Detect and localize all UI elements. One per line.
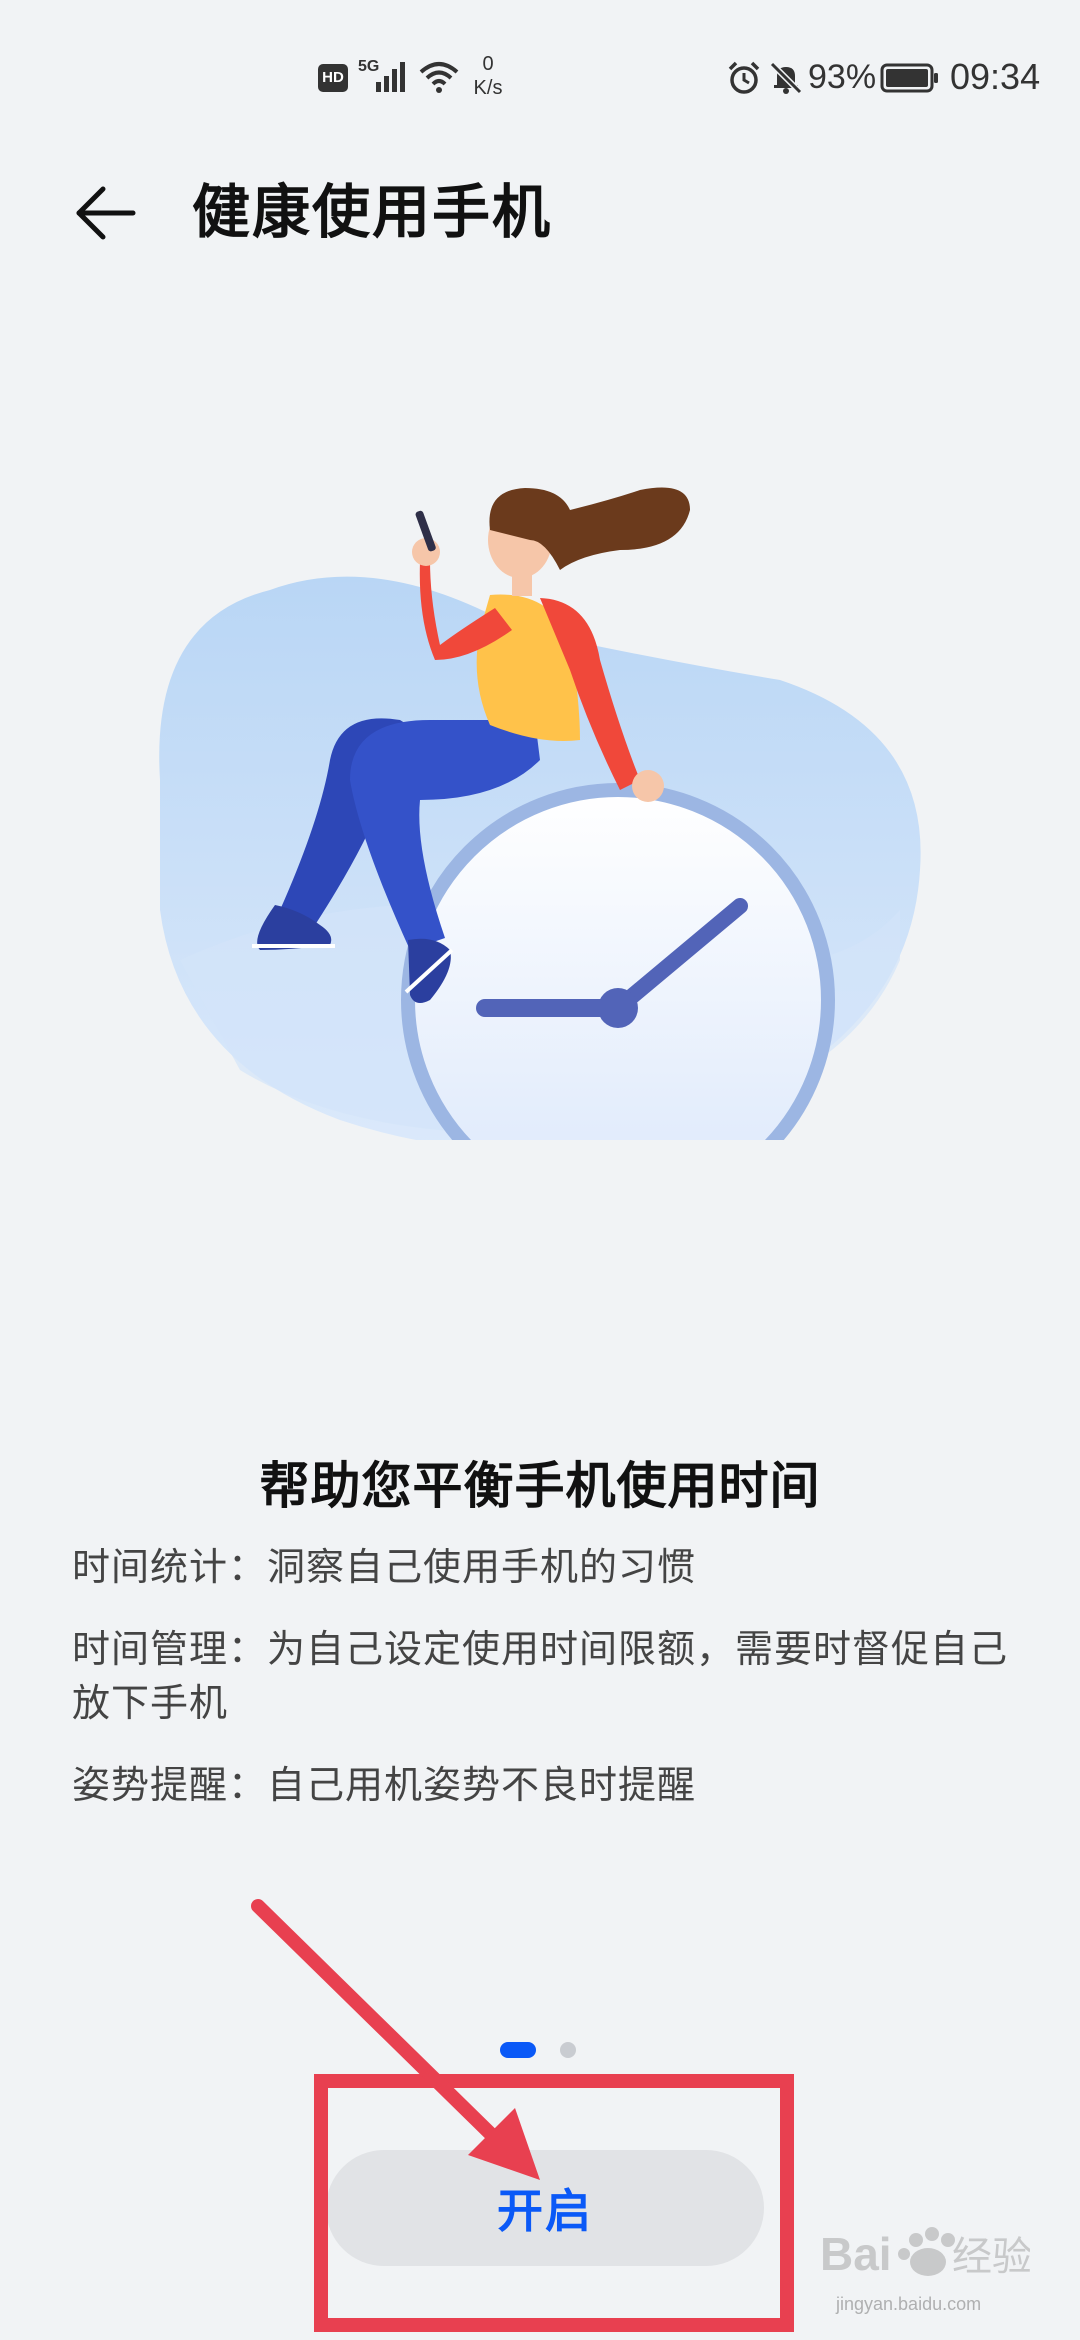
signal-icon [376,62,405,92]
clock: 09:34 [950,56,1041,97]
battery-icon [880,63,938,93]
page-dot-active [500,2042,536,2058]
feature-time-management: 时间管理：为自己设定使用时间限额，需要时督促自己放下手机 [72,1627,1009,1725]
wifi-icon [419,62,459,93]
feature-list: 时间统计：洞察自己使用手机的习惯 时间管理：为自己设定使用时间限额，需要时督促自… [72,1540,1012,1840]
hd-badge: HD [318,64,348,92]
annotation-arrow-icon [251,1899,540,2180]
status-bar: HD 5G 0 K/s 93% 09:34 [0,0,1080,130]
alarm-icon [728,61,760,94]
arrow-left-icon [76,186,136,240]
headline: 帮助您平衡手机使用时间 [259,1457,821,1515]
feature-posture-reminder: 姿势提醒：自己用机姿势不良时提醒 [72,1763,697,1807]
svg-text:经验: 经验 [952,2235,1030,2279]
annotation-highlight-box [314,2074,794,2332]
watermark-url: jingyan.baidu.com [836,2294,982,2314]
page-title: 健康使用手机 [192,178,553,246]
page-dot [560,2042,576,2058]
feature-time-stats: 时间统计：洞察自己使用手机的习惯 [72,1545,697,1589]
battery-percent: 93% [808,58,877,96]
page-indicator [500,2042,590,2062]
mute-icon [769,61,803,95]
speed-value: 0 [482,53,494,75]
svg-text:Bai: Bai [820,2228,892,2280]
hero-illustration [159,487,921,1140]
back-button[interactable] [60,168,150,258]
network-speed: 0 K/s [468,52,508,100]
speed-unit: K/s [473,77,503,99]
